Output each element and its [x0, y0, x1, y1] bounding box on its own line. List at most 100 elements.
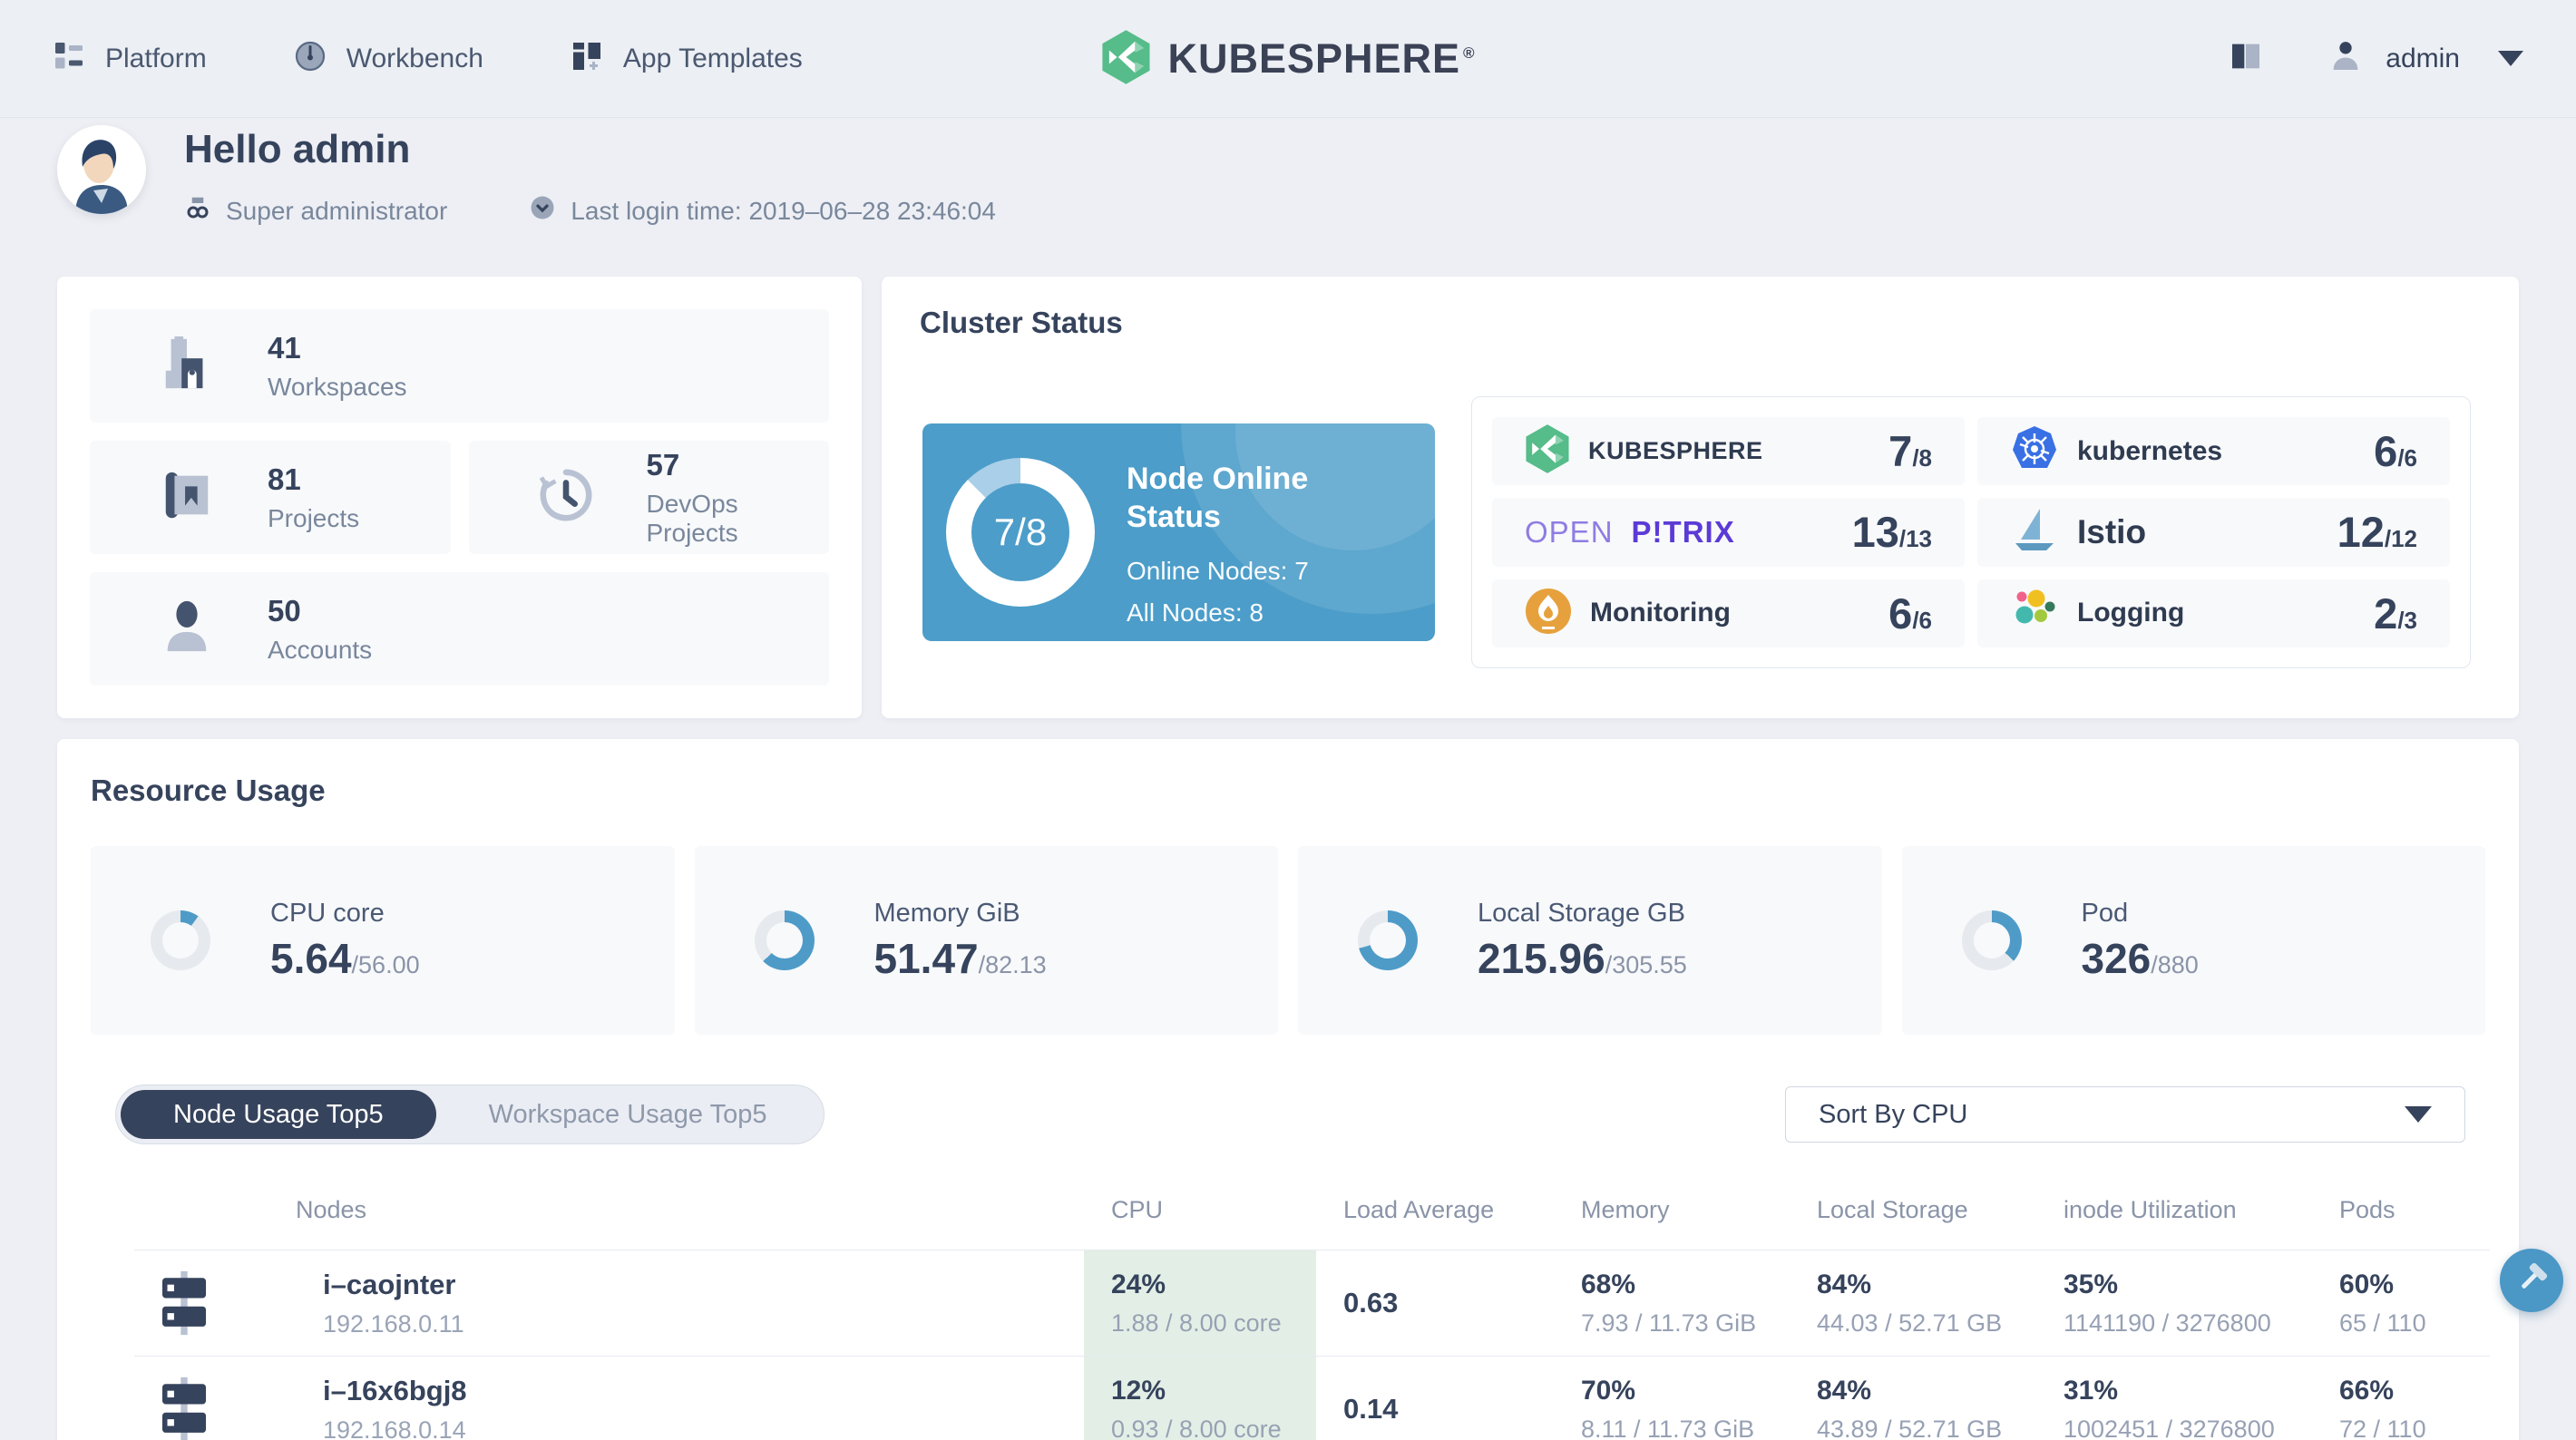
node-online-title: Node Online Status — [1127, 462, 1309, 534]
nav-workbench[interactable]: Workbench — [294, 40, 483, 77]
devops-history-icon — [538, 467, 594, 528]
pods-cell: 66% 72 / 110 — [2312, 1357, 2490, 1440]
hammer-icon — [2513, 1260, 2550, 1301]
storage-percent: 84% — [1817, 1269, 1872, 1299]
metric-total: /56.00 — [351, 950, 420, 978]
online-nodes-label: Online Nodes: 7 — [1127, 557, 1309, 585]
stat-projects[interactable]: 81 Projects — [90, 441, 451, 554]
stat-label: Workspaces — [268, 372, 407, 401]
metric-used: 5.64 — [270, 934, 352, 982]
user-menu[interactable]: admin — [2327, 38, 2523, 79]
load-average-cell: 0.14 — [1316, 1357, 1554, 1440]
metric-used: 215.96 — [1478, 934, 1605, 982]
components-status-panel: KUBESPHERE 7/8 kubernetes 6/6 OPEN P!TRIX… — [1471, 396, 2471, 668]
service-count: 2 — [2374, 589, 2398, 637]
stat-value: 81 — [268, 462, 301, 496]
last-login: Last login time: 2019–06–28 23:46:04 — [529, 194, 996, 228]
col-memory: Memory — [1581, 1195, 1670, 1223]
inode-cell: 35% 1141190 / 3276800 — [2036, 1250, 2312, 1356]
metric-label: Memory GiB — [873, 898, 1020, 928]
service-count: 6 — [2374, 427, 2398, 476]
cpu-detail: 0.93 / 8.00 core — [1111, 1415, 1282, 1440]
cluster-status-title: Cluster Status — [920, 306, 1123, 339]
pod-donut — [1961, 910, 2022, 970]
cpu-cell: 12% 0.93 / 8.00 core — [1084, 1357, 1316, 1440]
usage-tabs: Node Usage Top5 Workspace Usage Top5 — [115, 1085, 825, 1144]
tab-node-usage-top5[interactable]: Node Usage Top5 — [121, 1090, 436, 1139]
service-name: Istio — [2077, 512, 2147, 550]
platform-icon — [53, 40, 85, 77]
load-average-value: 0.63 — [1343, 1287, 1399, 1318]
memory-percent: 70% — [1581, 1375, 1636, 1406]
service-count: 12 — [2337, 508, 2385, 557]
istio-sailboat-icon — [2010, 505, 2059, 559]
table-header-row: Nodes CPU Load Average Memory Local Stor… — [134, 1170, 2490, 1250]
node-online-status-card: 7/8 Node Online Status Online Nodes: 7 A… — [922, 423, 1435, 641]
load-average-value: 0.14 — [1343, 1393, 1399, 1425]
user-name: admin — [2386, 43, 2460, 73]
col-nodes: Nodes — [296, 1195, 367, 1223]
toolbox-fab-button[interactable] — [2500, 1249, 2563, 1312]
metric-label: Local Storage GB — [1478, 898, 1685, 928]
kubesphere-logo[interactable]: KUBESPHERE ® — [1100, 0, 1475, 118]
cpu-percent: 24% — [1111, 1269, 1166, 1299]
docs-book-icon[interactable] — [2228, 38, 2264, 79]
service-istio: Istio 12/12 — [1977, 498, 2450, 567]
stat-value: 50 — [268, 593, 301, 628]
col-load-average: Load Average — [1343, 1195, 1495, 1223]
stat-workspaces[interactable]: 41 Workspaces — [90, 309, 829, 423]
col-cpu: CPU — [1111, 1195, 1164, 1223]
stat-devops-projects[interactable]: 57 DevOps Projects — [468, 441, 829, 554]
pods-detail: 65 / 110 — [2339, 1309, 2426, 1337]
pods-cell: 60% 65 / 110 — [2312, 1250, 2490, 1356]
tab-workspace-usage-top5[interactable]: Workspace Usage Top5 — [436, 1090, 820, 1139]
nav-app-templates-label: App Templates — [622, 43, 803, 73]
table-row[interactable]: i–caojnter 192.168.0.11 24% 1.88 / 8.00 … — [134, 1250, 2490, 1356]
metric-label: Pod — [2081, 898, 2129, 928]
metric-total: /305.55 — [1605, 950, 1687, 978]
chevron-down-icon — [2405, 1106, 2432, 1123]
topbar: Platform Workbench App Templates KUBESPH… — [0, 0, 2576, 118]
service-total: /13 — [1898, 525, 1932, 553]
cpu-detail: 1.88 / 8.00 core — [1111, 1309, 1282, 1337]
cpu-cell: 24% 1.88 / 8.00 core — [1084, 1250, 1316, 1356]
brand-wordmark: KUBESPHERE ® — [1167, 35, 1476, 82]
resource-usage-card: Resource Usage CPU core 5.64/56.00 Memor… — [57, 739, 2519, 1440]
memory-detail: 8.11 / 11.73 GiB — [1581, 1415, 1755, 1440]
node-ip: 192.168.0.11 — [323, 1309, 464, 1338]
sort-by-dropdown[interactable]: Sort By CPU — [1785, 1086, 2465, 1143]
service-count: 13 — [1851, 508, 1899, 557]
table-row[interactable]: i–16x6bgj8 192.168.0.14 12% 0.93 / 8.00 … — [134, 1356, 2490, 1440]
inode-percent: 35% — [2064, 1269, 2119, 1299]
memory-cell: 68% 7.93 / 11.73 GiB — [1554, 1250, 1790, 1356]
service-count: 6 — [1888, 589, 1913, 637]
service-total: /6 — [1912, 606, 1932, 634]
node-name: i–16x6bgj8 — [323, 1374, 467, 1406]
hero-header: Hello admin Super administrator Last log… — [57, 125, 996, 228]
service-kubesphere: KUBESPHERE 7/8 — [1492, 417, 1965, 486]
service-name-bold: P!TRIX — [1631, 514, 1735, 549]
service-name: KUBESPHERE — [1588, 437, 1763, 465]
inode-percent: 31% — [2064, 1375, 2119, 1406]
service-total: /12 — [2384, 525, 2417, 553]
node-cell: i–16x6bgj8 192.168.0.14 — [234, 1357, 1084, 1440]
memory-percent: 68% — [1581, 1269, 1636, 1299]
node-server-icon — [134, 1250, 234, 1356]
overview-stats-card: 41 Workspaces 81 Projects 57 DevOps Proj… — [57, 277, 862, 718]
metric-used: 51.47 — [873, 934, 979, 982]
inode-detail: 1141190 / 3276800 — [2064, 1309, 2271, 1337]
nav-platform[interactable]: Platform — [53, 40, 207, 77]
prometheus-flame-icon — [1525, 588, 1572, 639]
service-name: Logging — [2077, 598, 2185, 628]
greeting-title: Hello admin — [184, 127, 411, 171]
stat-accounts[interactable]: 50 Accounts — [90, 572, 829, 686]
last-login-label: Last login time: 2019–06–28 23:46:04 — [571, 196, 996, 225]
kubesphere-icon — [1525, 423, 1570, 479]
service-openpitrix: OPEN P!TRIX 13/13 — [1492, 498, 1965, 567]
service-count: 7 — [1888, 427, 1913, 476]
cpu-percent: 12% — [1111, 1375, 1166, 1406]
inode-cell: 31% 1002451 / 3276800 — [2036, 1357, 2312, 1440]
nav-app-templates[interactable]: App Templates — [571, 40, 803, 77]
role-label: Super administrator — [226, 196, 448, 225]
service-total: /8 — [1912, 444, 1932, 472]
